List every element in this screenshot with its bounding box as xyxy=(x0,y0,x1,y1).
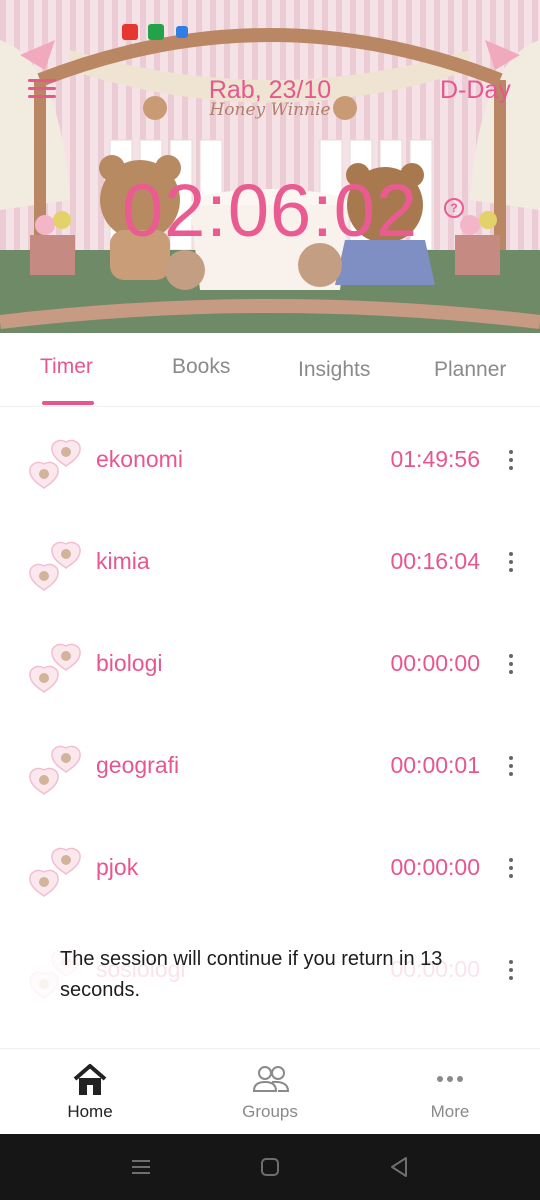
kebab-menu-icon[interactable] xyxy=(508,552,514,572)
subject-name: geografi xyxy=(96,752,180,778)
total-timer: 02:06:02 xyxy=(121,169,419,252)
tea-party-illustration: Honey Winnie xyxy=(0,0,540,333)
nav-more-label: More xyxy=(430,1102,470,1121)
subject-row[interactable]: biologi 00:00:00 xyxy=(0,612,540,714)
subject-row[interactable]: geografi 00:00:01 xyxy=(0,714,540,816)
subject-name: ekonomi xyxy=(96,446,183,472)
subject-time: 00:00:00 xyxy=(390,854,480,880)
kebab-menu-icon[interactable] xyxy=(508,756,514,776)
heart-bear-icon xyxy=(29,745,81,795)
bottom-navigation: Home Groups More xyxy=(0,1048,540,1134)
subject-row[interactable]: kimia 00:16:04 xyxy=(0,510,540,612)
tab-books[interactable]: Books xyxy=(172,355,230,379)
subject-time: 01:49:56 xyxy=(390,446,480,472)
status-bar xyxy=(0,0,540,48)
notification-app-icon xyxy=(122,24,138,40)
menu-icon[interactable] xyxy=(28,79,58,99)
system-navigation-bar xyxy=(0,1134,540,1200)
home-circle-icon[interactable] xyxy=(257,1154,283,1180)
nav-home-label: Home xyxy=(67,1102,113,1121)
groups-icon xyxy=(252,1066,290,1092)
nav-home[interactable]: Home xyxy=(30,1049,150,1135)
nav-groups[interactable]: Groups xyxy=(210,1049,330,1135)
nav-more[interactable]: More xyxy=(390,1049,510,1135)
tab-timer[interactable]: Timer xyxy=(40,355,93,379)
heart-bear-icon xyxy=(29,643,81,693)
more-icon xyxy=(437,1076,463,1082)
home-icon xyxy=(73,1064,107,1095)
header-banner: Honey Winnie Rab, 23/10 D-Day 02:06:02 ? xyxy=(0,0,540,333)
kebab-menu-icon[interactable] xyxy=(508,654,514,674)
session-toast: The session will continue if you return … xyxy=(60,948,443,1001)
subject-row[interactable]: pjok 00:00:00 xyxy=(0,816,540,918)
notification-app-icon xyxy=(148,24,164,40)
kebab-menu-icon[interactable] xyxy=(508,960,514,980)
dday-button[interactable]: D-Day xyxy=(440,76,511,105)
help-icon[interactable]: ? xyxy=(444,198,464,218)
kebab-menu-icon[interactable] xyxy=(508,858,514,878)
nav-groups-label: Groups xyxy=(242,1102,298,1121)
kebab-menu-icon[interactable] xyxy=(508,450,514,470)
tab-planner[interactable]: Planner xyxy=(434,358,506,382)
heart-bear-icon xyxy=(29,541,81,591)
notification-app-icon xyxy=(176,26,188,38)
tab-bar: Timer Books Insights Planner xyxy=(0,333,540,407)
active-tab-indicator xyxy=(42,401,94,405)
subject-row[interactable]: ekonomi 01:49:56 xyxy=(0,408,540,510)
heart-bear-icon xyxy=(29,439,81,489)
subject-name: kimia xyxy=(96,548,150,574)
back-icon[interactable] xyxy=(386,1154,412,1180)
subject-name: pjok xyxy=(96,854,139,880)
subject-time: 00:16:04 xyxy=(390,548,480,574)
heart-bear-icon xyxy=(29,847,81,897)
date-label: Rab, 23/10 xyxy=(208,76,332,104)
subject-time: 00:00:00 xyxy=(390,650,480,676)
recent-apps-icon[interactable] xyxy=(128,1154,154,1180)
subject-name: biologi xyxy=(96,650,163,676)
tab-insights[interactable]: Insights xyxy=(298,358,370,382)
subject-time: 00:00:01 xyxy=(390,752,480,778)
